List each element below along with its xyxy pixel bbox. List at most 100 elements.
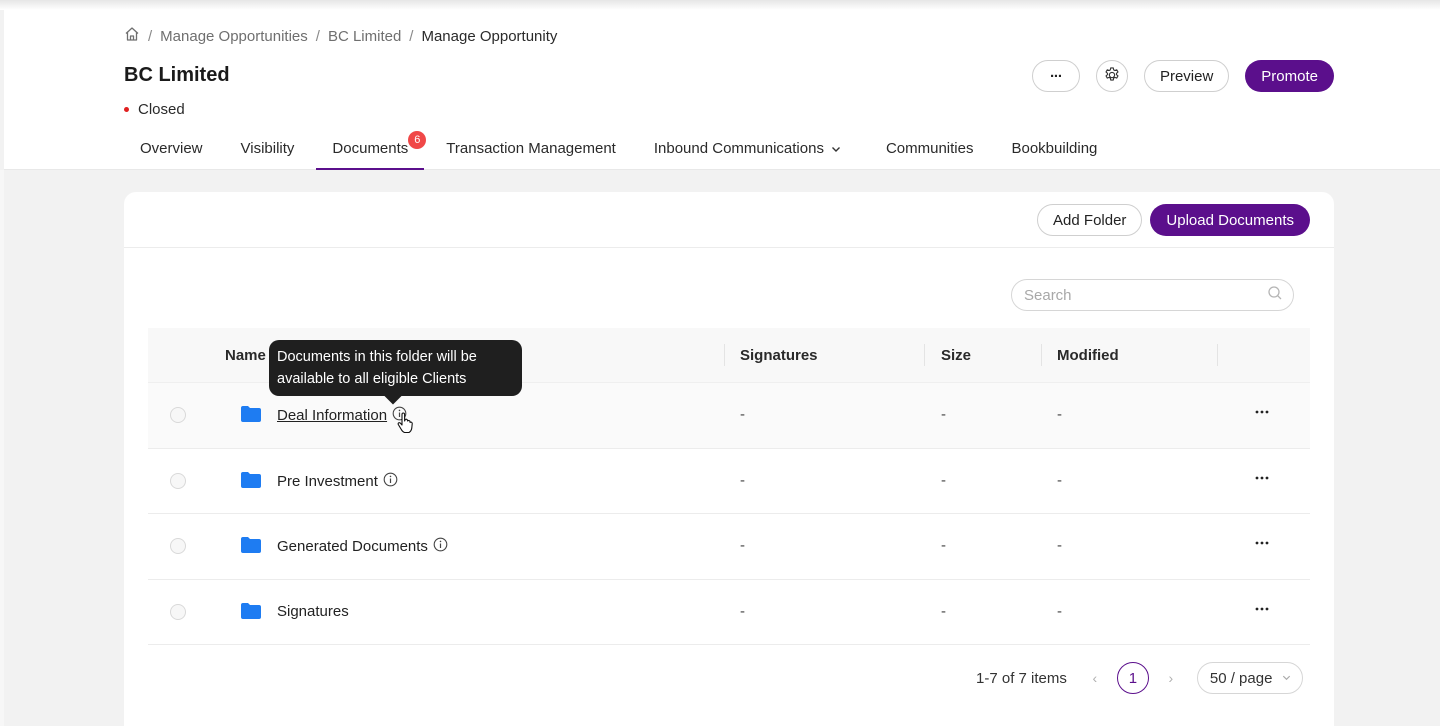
table-row[interactable]: Signatures - - - [148, 579, 1310, 645]
folder-icon [240, 536, 262, 559]
breadcrumb: / Manage Opportunities / BC Limited / Ma… [124, 26, 557, 46]
chevron-down-icon [830, 142, 842, 159]
documents-count-badge: 6 [408, 131, 427, 149]
info-icon[interactable] [383, 472, 398, 491]
tab-label: Communities [885, 140, 974, 157]
folder-icon [240, 405, 262, 428]
info-icon[interactable] [433, 537, 448, 556]
page-header: / Manage Opportunities / BC Limited / Ma… [4, 10, 1440, 170]
row-select-radio[interactable] [170, 538, 186, 554]
column-divider [724, 344, 725, 366]
more-options-button[interactable]: ··· [1031, 60, 1080, 92]
breadcrumb-bc-limited[interactable]: BC Limited [328, 28, 401, 45]
search-input[interactable] [1024, 286, 1267, 304]
tab-label: Visibility [240, 140, 295, 157]
modified-cell: - [1057, 537, 1062, 554]
home-icon[interactable] [124, 26, 140, 46]
status-dot [124, 107, 129, 112]
column-divider [1217, 344, 1218, 366]
tab-documents[interactable]: Documents 6 [316, 130, 427, 170]
modified-cell: - [1057, 471, 1062, 489]
row-more-icon[interactable] [1254, 470, 1270, 491]
tab-visibility[interactable]: Visibility [225, 130, 311, 170]
signatures-cell: - [740, 537, 745, 554]
folder-info-tooltip: Documents in this folder will be availab… [269, 340, 522, 405]
tab-transaction-management[interactable]: Transaction Management [430, 130, 632, 170]
size-cell: - [941, 602, 946, 620]
modified-cell: - [1057, 406, 1062, 423]
modified-cell: - [1057, 602, 1062, 620]
table-row[interactable]: Generated Documents - - - [148, 514, 1310, 580]
left-edge [0, 170, 4, 726]
tab-label: Transaction Management [446, 140, 616, 157]
column-name[interactable]: Name [225, 347, 266, 364]
column-divider [1041, 344, 1042, 366]
signatures-cell: - [740, 406, 745, 423]
tab-communities[interactable]: Communities [870, 130, 990, 170]
tooltip-text: Documents in this folder will be availab… [277, 349, 477, 387]
tab-bookbuilding[interactable]: Bookbuilding [995, 130, 1113, 170]
tab-label: Documents [332, 140, 409, 157]
folder-icon [240, 471, 262, 494]
tab-bar: Overview Visibility Documents 6 Transact… [124, 130, 1113, 170]
header-actions: ··· Preview Promote [1031, 60, 1334, 92]
breadcrumb-manage-opportunities[interactable]: Manage Opportunities [160, 28, 308, 45]
column-size[interactable]: Size [941, 347, 971, 364]
promote-button[interactable]: Promote [1245, 60, 1334, 92]
preview-button[interactable]: Preview [1143, 60, 1230, 92]
page-title: BC Limited [124, 64, 230, 86]
upload-documents-button[interactable]: Upload Documents [1150, 204, 1310, 236]
folder-link-signatures[interactable]: Signatures [277, 603, 349, 620]
row-more-icon[interactable] [1254, 601, 1270, 622]
row-select-radio[interactable] [170, 472, 186, 489]
column-modified[interactable]: Modified [1057, 347, 1119, 364]
page-number-button[interactable]: 1 [1116, 662, 1149, 694]
folder-link-pre-investment[interactable]: Pre Investment [277, 473, 378, 490]
breadcrumb-separator: / [148, 27, 153, 45]
folder-name-cell: Generated Documents [277, 537, 448, 556]
page-size-select[interactable]: 50 / page [1196, 662, 1303, 694]
folder-link-deal-information[interactable]: Deal Information [277, 407, 387, 424]
size-cell: - [941, 471, 946, 489]
chevron-down-icon [1281, 670, 1292, 687]
document-actions: Add Folder Upload Documents [1037, 204, 1310, 236]
top-shadow [0, 0, 1440, 10]
folder-icon [240, 602, 262, 625]
documents-card: Add Folder Upload Documents Name Signatu… [124, 192, 1334, 726]
pagination-summary: 1-7 of 7 items [976, 669, 1067, 687]
add-folder-button[interactable]: Add Folder [1037, 204, 1143, 236]
tab-label: Overview [140, 140, 203, 157]
breadcrumb-current: Manage Opportunity [421, 27, 558, 45]
row-more-icon[interactable] [1254, 535, 1270, 556]
tab-inbound-communications[interactable]: Inbound Communications [638, 130, 858, 170]
folder-name-cell: Deal Information [277, 406, 407, 425]
row-more-icon[interactable] [1254, 404, 1270, 425]
signatures-cell: - [740, 602, 745, 620]
tab-label: Bookbuilding [1011, 140, 1098, 157]
column-divider [924, 344, 925, 366]
card-toolbar: Add Folder Upload Documents [124, 192, 1334, 248]
signatures-cell: - [740, 471, 745, 489]
search-box [1011, 279, 1294, 311]
gear-icon [1103, 66, 1121, 87]
size-cell: - [941, 406, 946, 423]
hand-cursor-icon [397, 412, 413, 439]
column-signatures[interactable]: Signatures [740, 347, 818, 364]
status-text: Closed [138, 101, 185, 118]
row-select-radio[interactable] [170, 603, 186, 620]
folder-name-cell: Pre Investment [277, 472, 398, 491]
size-cell: - [941, 537, 946, 554]
folder-link-generated-documents[interactable]: Generated Documents [277, 538, 428, 555]
previous-page-icon[interactable]: ‹ [1087, 670, 1103, 686]
next-page-icon[interactable]: › [1163, 670, 1179, 686]
folder-name-cell: Signatures [277, 603, 349, 620]
search-icon[interactable] [1267, 285, 1283, 306]
status-indicator: Closed [124, 101, 185, 118]
tab-overview[interactable]: Overview [124, 130, 219, 170]
table-row[interactable]: Pre Investment - - - [148, 448, 1310, 514]
breadcrumb-separator: / [409, 27, 414, 45]
pagination: 1-7 of 7 items ‹ 1 › 50 / page [976, 662, 1303, 694]
settings-button[interactable] [1095, 60, 1128, 92]
page-size-value: 50 / page [1209, 669, 1273, 687]
row-select-radio[interactable] [170, 407, 186, 423]
